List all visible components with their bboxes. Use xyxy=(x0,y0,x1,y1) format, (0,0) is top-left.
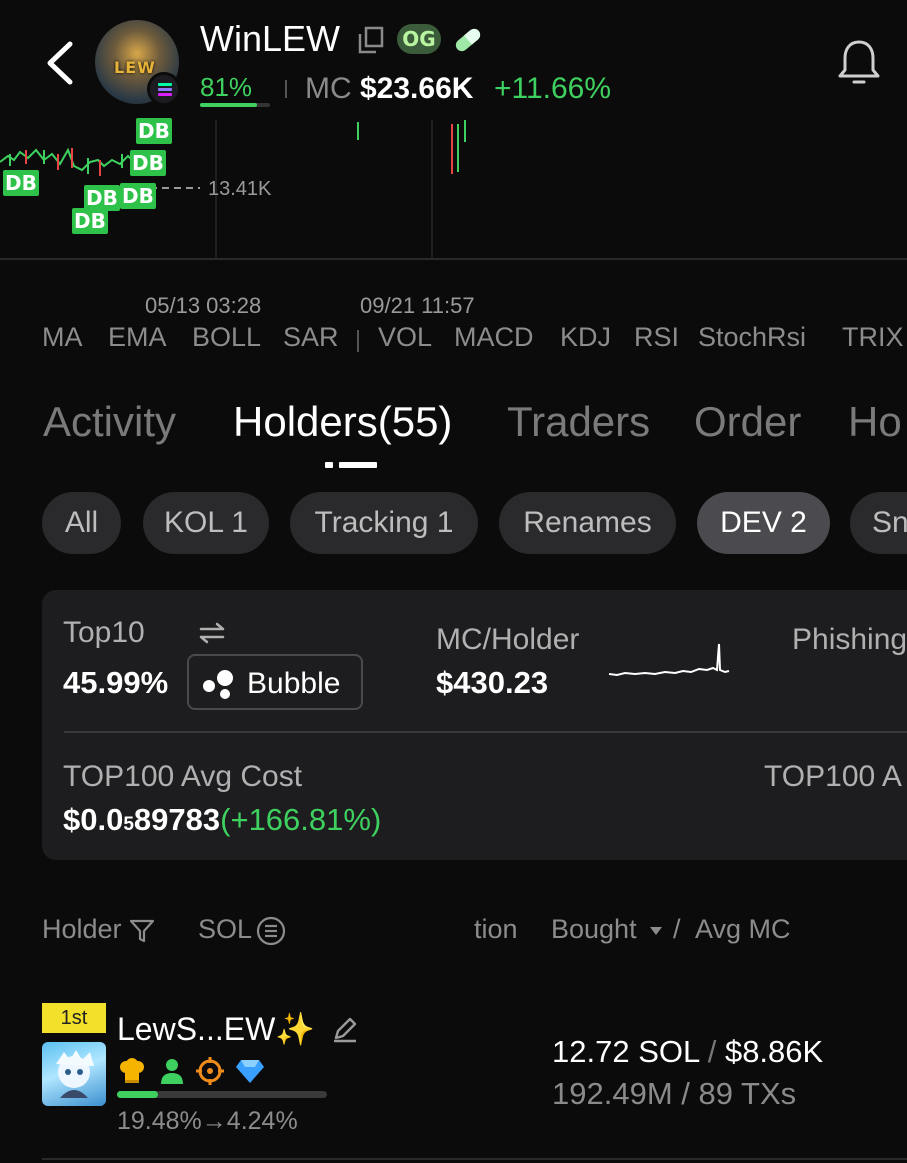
col-bought[interactable]: Bought xyxy=(551,914,637,945)
tab-traders[interactable]: Traders xyxy=(507,398,650,446)
phishing-label: Phishing xyxy=(792,623,907,656)
indicator-rsi[interactable]: RSI xyxy=(634,322,679,353)
bubble-label: Bubble xyxy=(247,667,341,700)
holder-avatar-art xyxy=(56,1050,94,1098)
mc-change: +11.66% xyxy=(494,72,612,105)
sort-caret-icon[interactable] xyxy=(649,926,663,936)
card-divider xyxy=(64,731,907,733)
indicator-ema[interactable]: EMA xyxy=(108,322,167,353)
chip-renames[interactable]: Renames xyxy=(499,492,676,554)
indicator-boll[interactable]: BOLL xyxy=(192,322,261,353)
top100-cost-prefix: $0.0 xyxy=(63,802,124,837)
time-label-end: 09/21 11:57 xyxy=(360,293,475,318)
indicator-vol[interactable]: VOL xyxy=(378,322,432,353)
tab-ho[interactable]: Ho xyxy=(848,398,902,446)
mc-holder-label: MC/Holder xyxy=(436,623,580,656)
top10-value: 45.99% xyxy=(63,665,169,700)
holder-name[interactable]: LewS...EW✨ xyxy=(117,1010,315,1048)
col-avg-mc[interactable]: Avg MC xyxy=(695,914,791,945)
chef-hat-icon xyxy=(120,1058,144,1083)
bought-usd: $8.86K xyxy=(724,1034,824,1069)
col-sol[interactable]: SOL xyxy=(198,914,252,945)
top10-label: Top10 xyxy=(63,616,145,649)
diamond-icon xyxy=(236,1060,264,1083)
solana-icon xyxy=(147,72,181,106)
token-name: WinLEW xyxy=(200,18,341,59)
chip-tracking[interactable]: Tracking 1 xyxy=(290,492,478,554)
edit-icon[interactable] xyxy=(330,1014,360,1044)
indicator-separator xyxy=(357,330,359,352)
tab-order[interactable]: Order xyxy=(694,398,801,446)
bought-amount: 12.72 SOL / $8.86K xyxy=(552,1034,823,1070)
dev-buy-marker: DB xyxy=(3,170,39,196)
person-icon xyxy=(161,1059,183,1084)
dev-buy-marker: DB xyxy=(136,118,172,144)
bought-tokens-txs: 192.49M / 89 TXs xyxy=(552,1076,797,1111)
chip-kol[interactable]: KOL 1 xyxy=(143,492,269,554)
bubble-button[interactable]: Bubble xyxy=(187,654,363,710)
indicator-stochrsi[interactable]: StochRsi xyxy=(698,322,806,353)
indicator-ma[interactable]: MA xyxy=(42,322,83,353)
chart-divider xyxy=(0,258,907,260)
list-icon[interactable] xyxy=(256,916,286,946)
top100-cost-value: $0.0589783(+166.81%) xyxy=(63,802,381,838)
bought-slash: / xyxy=(707,1034,717,1069)
og-badge: OG xyxy=(397,24,441,54)
time-label-start: 05/13 03:28 xyxy=(145,293,262,318)
indicator-sar[interactable]: SAR xyxy=(283,322,339,353)
tab-holders[interactable]: Holders(55) xyxy=(233,398,452,446)
bought-sol: 12.72 SOL xyxy=(552,1034,700,1069)
holder-filter-chips: All KOL 1 Tracking 1 Renames DEV 2 Sn xyxy=(0,492,907,554)
col-holder[interactable]: Holder xyxy=(42,914,122,945)
bubble-icon xyxy=(203,670,233,699)
holding-progress-fill xyxy=(117,1091,158,1098)
indicator-macd[interactable]: MACD xyxy=(454,322,534,353)
section-tabs: Activity Holders(55) Traders Order Ho xyxy=(0,398,907,468)
pill-icon xyxy=(455,28,481,52)
top100-cost-change: (+166.81%) xyxy=(220,802,382,837)
holder-stats-card: Top10 45.99% Bubble MC/Holder $430.23 Ph… xyxy=(42,590,907,860)
col-position[interactable]: tion xyxy=(474,914,518,945)
swap-icon[interactable] xyxy=(198,621,226,645)
top100-cost-rest: 89783 xyxy=(133,802,221,837)
indicator-kdj[interactable]: KDJ xyxy=(560,322,611,353)
tab-activity[interactable]: Activity xyxy=(43,398,176,446)
price-line-label: 13.41K xyxy=(208,178,272,200)
dev-buy-marker: DB xyxy=(130,150,166,176)
filter-icon[interactable] xyxy=(128,918,156,944)
row-divider xyxy=(42,1158,907,1160)
chip-all[interactable]: All xyxy=(42,492,121,554)
holding-change: 19.48%→4.24% xyxy=(117,1107,298,1135)
dev-buy-marker: DB xyxy=(120,183,156,209)
mc-value: $23.66K xyxy=(360,72,474,105)
top100-cost-zeros: 5 xyxy=(123,814,134,835)
bell-icon[interactable] xyxy=(836,38,882,86)
active-tab-indicator xyxy=(325,462,377,468)
bonding-progress-bar xyxy=(200,103,270,107)
token-header: LEW WinLEW OG 81% MC $23.66K +11.66% xyxy=(0,0,907,120)
mc-holder-sparkline xyxy=(608,643,730,677)
bonding-progress-pct: 81% xyxy=(200,72,253,102)
top100-right-label: TOP100 A xyxy=(764,760,902,793)
top100-cost-label: TOP100 Avg Cost xyxy=(63,760,303,793)
holding-progress-bar xyxy=(117,1091,327,1098)
target-icon xyxy=(196,1057,224,1085)
holder-avatar[interactable] xyxy=(42,1042,106,1106)
copy-icon[interactable] xyxy=(358,26,384,54)
mc-holder-value: $430.23 xyxy=(436,665,549,700)
dev-buy-marker: DB xyxy=(72,208,108,234)
bonding-progress-fill xyxy=(200,103,257,107)
back-arrow-icon[interactable] xyxy=(40,38,80,88)
indicator-trix[interactable]: TRIX xyxy=(842,322,904,353)
chip-dev[interactable]: DEV 2 xyxy=(697,492,830,554)
col-slash: / xyxy=(673,914,681,944)
header-separator xyxy=(285,80,287,98)
rank-badge: 1st xyxy=(42,1003,106,1033)
avatar-text: LEW xyxy=(114,58,156,77)
mc-label: MC xyxy=(305,72,352,105)
chip-sn[interactable]: Sn xyxy=(850,492,907,554)
